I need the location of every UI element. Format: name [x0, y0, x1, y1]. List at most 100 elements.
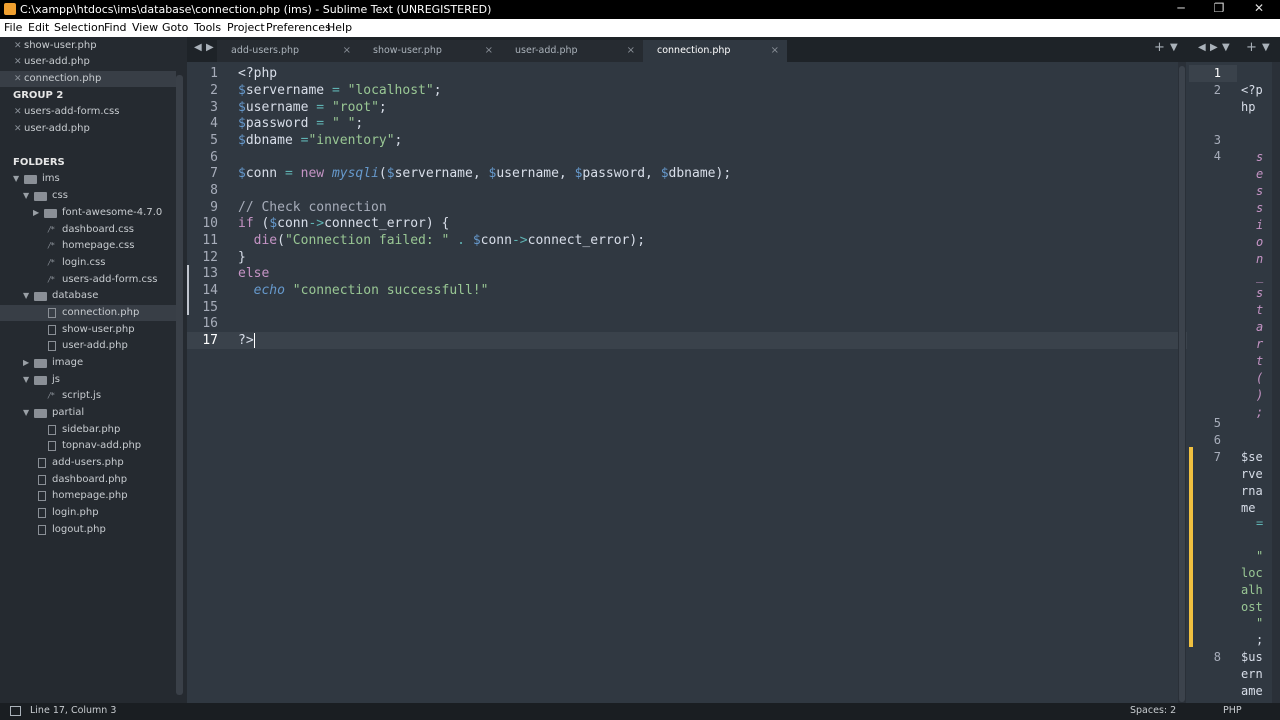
file-icon [48, 325, 56, 335]
line-number: 8 [1213, 650, 1221, 664]
open-file-item-active[interactable]: ✕ connection.php [0, 71, 176, 87]
menu-find[interactable]: Find [104, 21, 127, 34]
code-editor[interactable]: 1 <?php 2 $servername = "localhost"; 3 $use… [187, 62, 1280, 703]
menu-project[interactable]: Project [227, 21, 265, 34]
file-item[interactable]: show-user.php [0, 322, 176, 338]
tab-next-icon[interactable]: ▶ [1210, 42, 1218, 53]
menu-tools[interactable]: Tools [194, 21, 221, 34]
tab-list-icon[interactable]: ▼ [1262, 42, 1270, 53]
close-icon[interactable]: ✕ [14, 54, 22, 70]
file-item[interactable]: /* dashboard.css [0, 222, 176, 238]
scrollbar-thumb[interactable] [1179, 66, 1185, 702]
open-file-item[interactable]: ✕ user-add.php [0, 54, 176, 70]
folder-js[interactable]: ▼ js [0, 372, 176, 388]
syntax-selector[interactable]: PHP [1223, 705, 1242, 716]
tab-user-add[interactable]: user-add.php × [501, 40, 643, 62]
split-pane[interactable]: 1 2 3 4 5 6 7 8 <?p hp s e s s i o n _ s… [1189, 62, 1280, 703]
tab-show-user[interactable]: show-user.php × [359, 40, 501, 62]
tab-list-icon[interactable]: ▼ [1170, 42, 1178, 53]
menu-selection[interactable]: Selection [54, 21, 105, 34]
close-icon[interactable]: ✕ [14, 38, 22, 54]
tab-add-users[interactable]: add-users.php × [217, 40, 359, 62]
line-number: 5 [1213, 416, 1221, 430]
file-label: homepage.php [52, 490, 128, 501]
tab-connection[interactable]: connection.php × [643, 40, 787, 62]
file-item[interactable]: /* homepage.css [0, 238, 176, 254]
file-item[interactable]: add-users.php [0, 455, 176, 471]
tab-prev-icon[interactable]: ◀ [194, 42, 202, 53]
code-fragment: loc alh ost [1241, 566, 1263, 614]
folder-font-awesome[interactable]: ▶ font-awesome-4.7.0 [0, 205, 176, 221]
file-label: sidebar.php [62, 424, 121, 435]
indentation-setting[interactable]: Spaces: 2 [1130, 705, 1176, 716]
panel-toggle-icon[interactable] [10, 706, 21, 716]
editor-scrollbar[interactable] [1178, 62, 1186, 703]
chevron-down-icon[interactable]: ▼ [23, 405, 29, 421]
chevron-right-icon[interactable]: ▶ [33, 205, 39, 221]
open-file-item[interactable]: ✕ user-add.php [0, 121, 176, 137]
file-item[interactable]: /* script.js [0, 388, 176, 404]
tab-bar: ◀ ▶ add-users.php × show-user.php × user… [187, 37, 1280, 62]
tab-next-icon[interactable]: ▶ [206, 42, 214, 53]
file-item-active[interactable]: connection.php [0, 305, 176, 321]
close-icon[interactable]: × [485, 40, 493, 62]
open-file-label: user-add.php [24, 123, 90, 134]
menu-edit[interactable]: Edit [28, 21, 49, 34]
new-tab-icon[interactable]: + [1246, 40, 1257, 55]
tab-prev-icon[interactable]: ◀ [1198, 42, 1206, 53]
sidebar-scrollbar[interactable] [176, 75, 183, 695]
file-label: dashboard.css [62, 224, 134, 235]
file-label: homepage.css [62, 240, 135, 251]
split-pane-scrollbar[interactable] [1272, 62, 1280, 703]
file-label: show-user.php [62, 324, 135, 335]
menu-preferences[interactable]: Preferences [266, 21, 331, 34]
file-item[interactable]: login.php [0, 505, 176, 521]
maximize-icon[interactable]: ❐ [1204, 1, 1234, 18]
folder-partial[interactable]: ▼ partial [0, 405, 176, 421]
tab-label: connection.php [657, 45, 731, 56]
menu-view[interactable]: View [132, 21, 158, 34]
modified-lines-marker [1189, 447, 1193, 647]
folder-image[interactable]: ▶ image [0, 355, 176, 371]
file-item[interactable]: logout.php [0, 522, 176, 538]
file-item[interactable]: dashboard.php [0, 472, 176, 488]
close-icon[interactable]: ✕ [14, 71, 22, 87]
close-icon[interactable]: × [343, 40, 351, 62]
file-item[interactable]: /* login.css [0, 255, 176, 271]
close-icon[interactable]: ✕ [14, 104, 22, 120]
file-item[interactable]: homepage.php [0, 488, 176, 504]
menu-help[interactable]: Help [327, 21, 352, 34]
chevron-down-icon[interactable]: ▼ [23, 372, 29, 388]
code-line: ?> [238, 333, 255, 348]
folder-css[interactable]: ▼ css [0, 188, 176, 204]
file-item[interactable]: sidebar.php [0, 422, 176, 438]
chevron-right-icon[interactable]: ▶ [23, 355, 29, 371]
folder-database[interactable]: ▼ database [0, 288, 176, 304]
new-tab-icon[interactable]: + [1154, 40, 1165, 55]
file-icon [48, 308, 56, 318]
minimize-icon[interactable]: ─ [1166, 1, 1196, 18]
file-label: script.js [62, 390, 102, 401]
tab-label: add-users.php [231, 45, 300, 56]
close-icon[interactable]: ✕ [1244, 1, 1274, 18]
code-fragment: <?p hp [1241, 83, 1263, 114]
chevron-down-icon[interactable]: ▼ [13, 171, 19, 187]
line-number-current: 1 [1213, 66, 1221, 80]
file-label: users-add-form.css [62, 274, 158, 285]
menu-file[interactable]: File [4, 21, 22, 34]
tab-list-icon[interactable]: ▼ [1222, 42, 1230, 53]
css-file-icon: /* [48, 258, 55, 267]
file-item[interactable]: topnav-add.php [0, 438, 176, 454]
open-file-item[interactable]: ✕ show-user.php [0, 38, 176, 54]
file-item[interactable]: /* users-add-form.css [0, 272, 176, 288]
close-icon[interactable]: × [627, 40, 635, 62]
close-icon[interactable]: ✕ [14, 121, 22, 137]
file-item[interactable]: user-add.php [0, 338, 176, 354]
file-label: add-users.php [52, 457, 124, 468]
menu-goto[interactable]: Goto [162, 21, 188, 34]
chevron-down-icon[interactable]: ▼ [23, 288, 29, 304]
open-file-item[interactable]: ✕ users-add-form.css [0, 104, 176, 120]
close-icon[interactable]: × [771, 40, 779, 62]
chevron-down-icon[interactable]: ▼ [23, 188, 29, 204]
folder-ims[interactable]: ▼ ims [0, 171, 176, 187]
